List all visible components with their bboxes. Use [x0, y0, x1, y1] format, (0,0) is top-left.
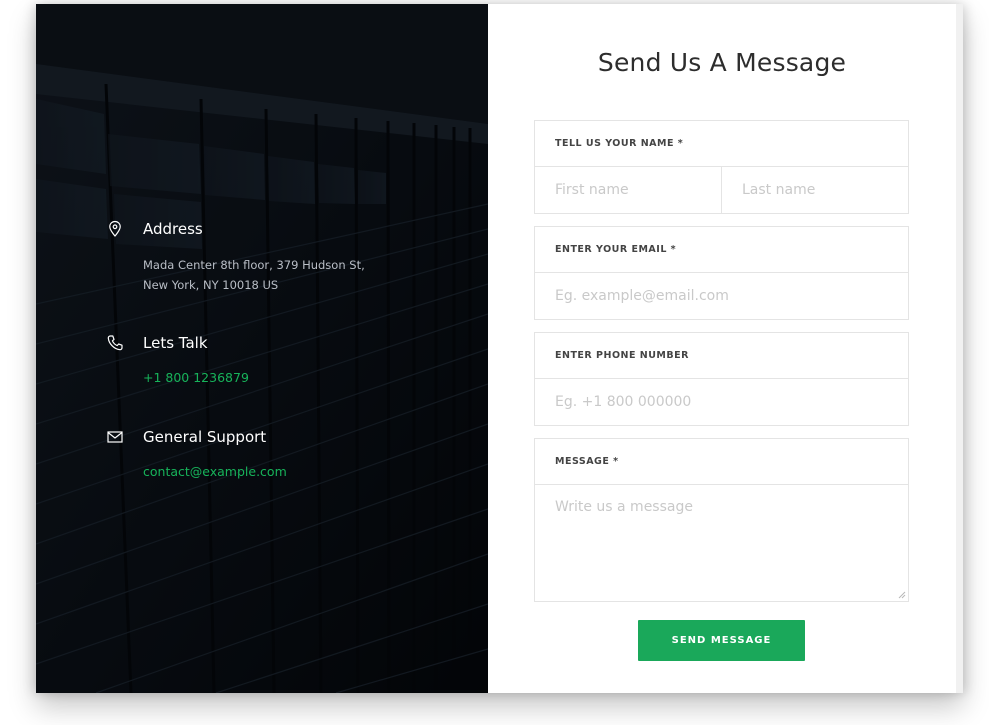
email-label: ENTER YOUR EMAIL *	[535, 227, 908, 273]
address-text: Mada Center 8th floor, 379 Hudson St, Ne…	[143, 258, 365, 292]
phone-input[interactable]: Eg. +1 800 000000	[535, 379, 908, 425]
send-message-button[interactable]: SEND MESSAGE	[638, 620, 805, 661]
message-field-group: MESSAGE * Write us a message	[534, 438, 909, 602]
phone-icon	[107, 335, 123, 351]
email-input[interactable]: Eg. example@email.com	[535, 273, 908, 319]
phone-title: Lets Talk	[143, 334, 208, 352]
name-label: TELL US YOUR NAME *	[535, 121, 908, 167]
building-background-image	[36, 4, 488, 693]
name-input-row: First name Last name	[535, 167, 908, 213]
address-title: Address	[143, 220, 203, 238]
message-label: MESSAGE *	[535, 439, 908, 485]
phone-field-group: ENTER PHONE NUMBER Eg. +1 800 000000	[534, 332, 909, 426]
phone-link[interactable]: +1 800 1236879	[143, 370, 249, 385]
phone-label: ENTER PHONE NUMBER	[535, 333, 908, 379]
support-email-link[interactable]: contact@example.com	[143, 464, 287, 479]
name-field-group: TELL US YOUR NAME * First name Last name	[534, 120, 909, 214]
first-name-input[interactable]: First name	[535, 167, 721, 213]
resize-handle-icon[interactable]	[898, 591, 906, 599]
panel-edge	[956, 4, 963, 693]
contact-card: Address Mada Center 8th floor, 379 Hudso…	[36, 4, 963, 693]
email-field-group: ENTER YOUR EMAIL * Eg. example@email.com	[534, 226, 909, 320]
page: Address Mada Center 8th floor, 379 Hudso…	[0, 0, 989, 725]
email-input-row: Eg. example@email.com	[535, 273, 908, 319]
phone-input-row: Eg. +1 800 000000	[535, 379, 908, 425]
message-placeholder: Write us a message	[555, 499, 693, 515]
message-textarea[interactable]: Write us a message	[535, 485, 908, 601]
form-title: Send Us A Message	[597, 48, 847, 77]
map-pin-icon	[109, 220, 121, 237]
contact-form-panel: Send Us A Message TELL US YOUR NAME * Fi…	[488, 4, 963, 693]
envelope-icon	[107, 431, 123, 443]
support-title: General Support	[143, 428, 267, 446]
contact-info-panel: Address Mada Center 8th floor, 379 Hudso…	[36, 4, 488, 693]
last-name-input[interactable]: Last name	[721, 167, 908, 213]
